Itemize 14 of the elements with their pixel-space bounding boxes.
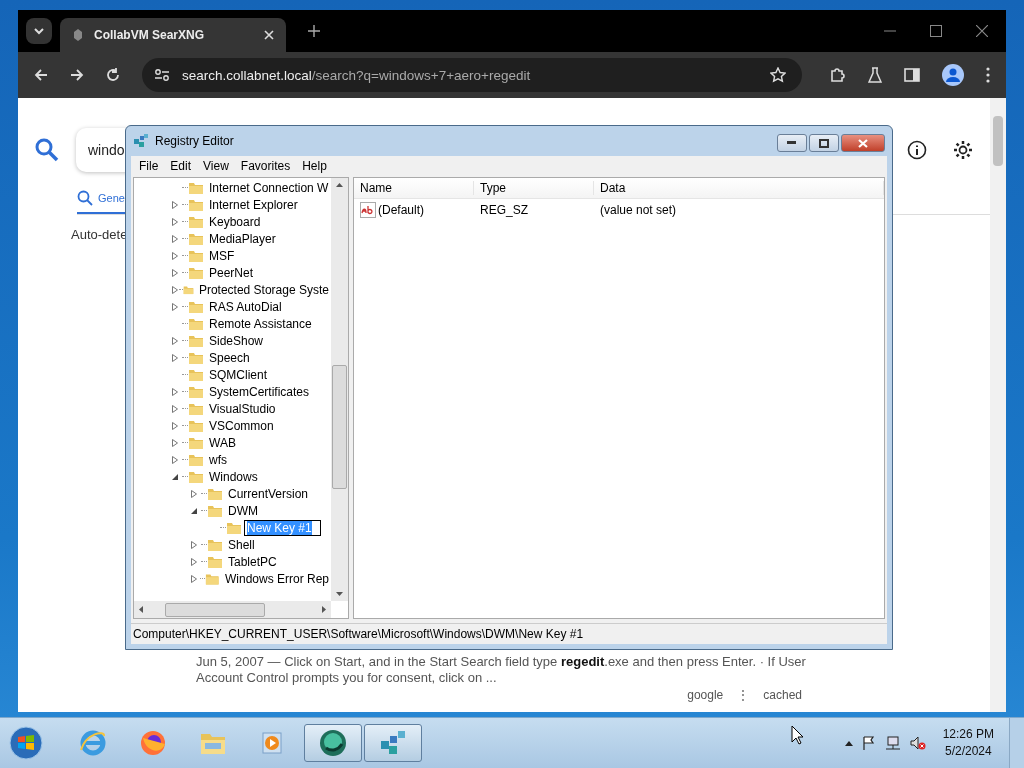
value-data: (value not set) bbox=[599, 203, 678, 217]
value-type: REG_SZ bbox=[479, 203, 529, 217]
tab-title: CollabVM SearXNG bbox=[94, 28, 206, 42]
window-title: Registry Editor bbox=[155, 134, 234, 148]
clock-date: 5/2/2024 bbox=[944, 743, 992, 761]
result-snippet: Jun 5, 2007 — Click on Start, and in the Start Search field type regedit.exe and then press Enter. · If User Account Control prompts you for consent, click on ... bbox=[196, 654, 807, 687]
clock-time: 12:26 PM bbox=[942, 726, 994, 744]
language-label: Auto-dete bbox=[71, 227, 129, 242]
engine-label: google bbox=[687, 688, 724, 703]
url-text: search.collabnet.local/search?q=windows+7+aero+regedit bbox=[182, 67, 531, 83]
value-name: (Default) bbox=[378, 203, 424, 217]
tab-label: Gene bbox=[98, 192, 125, 204]
separator-text: ⋮ bbox=[737, 688, 750, 703]
status-bar: Computer\HKEY_CURRENT_USER\Software\Microsoft\Windows\DWM\New Key #1 bbox=[131, 623, 887, 644]
